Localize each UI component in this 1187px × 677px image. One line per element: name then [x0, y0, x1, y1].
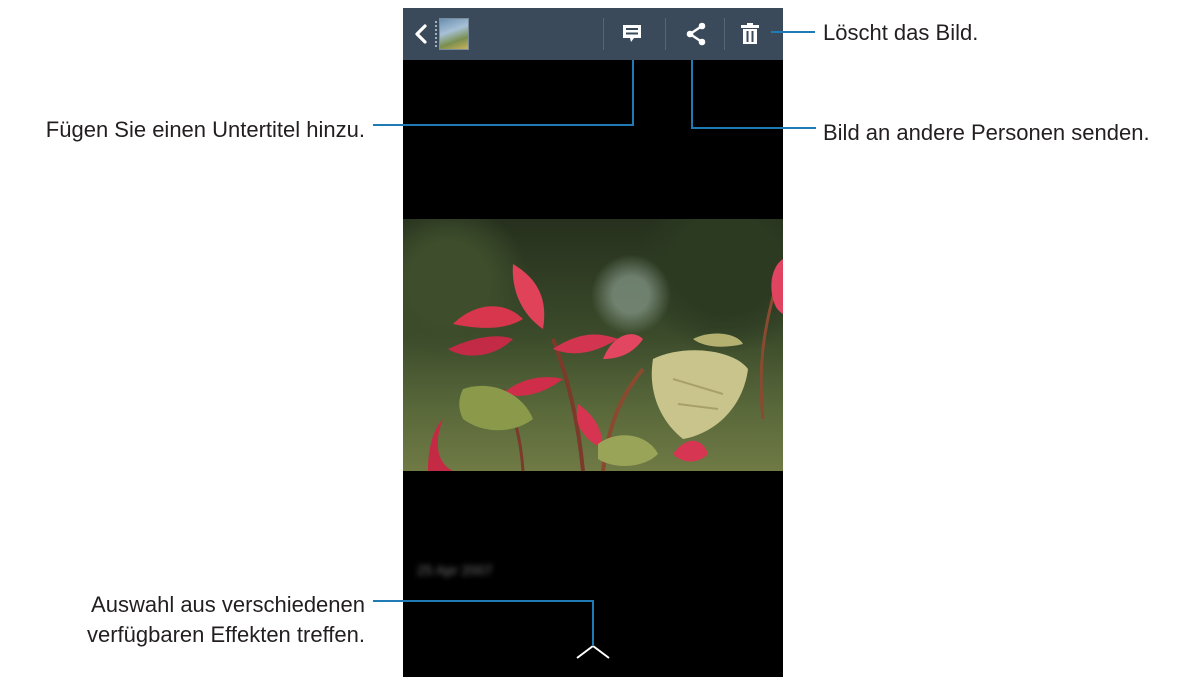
- callout-line-caption-horizontal: [373, 124, 634, 126]
- divider: [724, 18, 725, 50]
- callout-line-caption-vertical: [632, 60, 634, 126]
- delete-button[interactable]: [733, 8, 767, 60]
- callout-delete: Löscht das Bild.: [823, 20, 979, 45]
- callout-line-effects-vertical: [592, 600, 594, 646]
- divider: [665, 18, 666, 50]
- album-thumbnail-button[interactable]: [435, 8, 471, 60]
- callout-line-delete: [771, 31, 815, 33]
- callout-share: Bild an andere Personen senden.: [823, 120, 1150, 145]
- callout-effects-line2: verfügbaren Effekten treffen.: [86, 622, 365, 647]
- callout-line-effects-horizontal: [373, 600, 594, 602]
- share-button[interactable]: [679, 8, 713, 60]
- add-caption-button[interactable]: [615, 8, 649, 60]
- share-icon: [686, 22, 706, 46]
- back-button[interactable]: [409, 8, 433, 60]
- album-thumbnail: [435, 18, 469, 50]
- photo-date-blurred: 25 Apr 2007: [417, 562, 493, 578]
- caption-icon: [623, 25, 641, 42]
- callout-caption: Fügen Sie einen Untertitel hinzu.: [45, 117, 365, 142]
- callout-effects-line1: Auswahl aus verschiedenen: [91, 592, 365, 617]
- back-icon: [415, 24, 427, 44]
- trash-icon: [741, 23, 759, 44]
- callout-line-share-horizontal: [691, 127, 816, 129]
- divider: [603, 18, 604, 50]
- callout-line-share-vertical: [691, 60, 693, 129]
- action-bar: [403, 8, 783, 60]
- plant-photo-illustration: [428, 259, 783, 471]
- phone-screen: 25 Apr 2007: [403, 8, 783, 677]
- photo[interactable]: [403, 219, 783, 471]
